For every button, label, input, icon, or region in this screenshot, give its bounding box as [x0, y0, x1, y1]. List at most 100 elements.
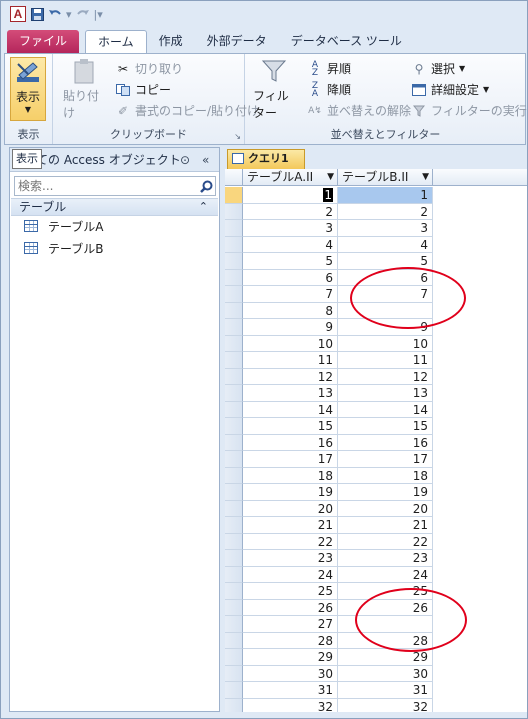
column-filter-dropdown-icon[interactable]: ▼: [327, 169, 334, 185]
cell-table-b[interactable]: 20: [338, 500, 433, 517]
cell-table-a[interactable]: 16: [243, 434, 338, 451]
record-selector[interactable]: [225, 566, 243, 583]
cell-table-a[interactable]: 9: [243, 319, 338, 336]
record-selector[interactable]: [225, 434, 243, 451]
record-selector[interactable]: [225, 302, 243, 319]
cell-table-b[interactable]: 15: [338, 418, 433, 435]
cut-button[interactable]: ✂ 切り取り: [115, 60, 183, 77]
record-selector[interactable]: [225, 385, 243, 402]
cell-table-b[interactable]: 32: [338, 698, 433, 712]
record-selector[interactable]: [225, 269, 243, 286]
selection-button[interactable]: ⚲ 選択 ▼: [411, 60, 466, 77]
cell-table-a[interactable]: 29: [243, 649, 338, 666]
cell-table-b[interactable]: 9: [338, 319, 433, 336]
select-all-corner[interactable]: [225, 169, 243, 186]
nav-group-tables[interactable]: テーブル ⌃: [11, 198, 218, 216]
cell-table-b[interactable]: 14: [338, 401, 433, 418]
cell-table-a[interactable]: 21: [243, 517, 338, 534]
cell-table-a[interactable]: 22: [243, 533, 338, 550]
cell-table-b[interactable]: 12: [338, 368, 433, 385]
cell-table-a[interactable]: 11: [243, 352, 338, 369]
cell-table-b[interactable]: 24: [338, 566, 433, 583]
record-selector[interactable]: [225, 583, 243, 600]
cell-table-b[interactable]: 13: [338, 385, 433, 402]
copy-button[interactable]: コピー: [115, 81, 171, 98]
cell-table-a[interactable]: 12: [243, 368, 338, 385]
view-button[interactable]: 表示 ▼: [10, 57, 46, 121]
cell-table-b[interactable]: 6: [338, 269, 433, 286]
record-selector[interactable]: [225, 187, 243, 204]
record-selector[interactable]: [225, 533, 243, 550]
column-header-table-a[interactable]: テーブルA.II ▼: [243, 169, 338, 186]
cell-table-b[interactable]: 3: [338, 220, 433, 237]
toggle-filter-button[interactable]: フィルターの実行: [411, 102, 527, 119]
cell-table-b[interactable]: 5: [338, 253, 433, 270]
advanced-filter-button[interactable]: 詳細設定 ▼: [411, 81, 489, 98]
record-selector[interactable]: [225, 253, 243, 270]
collapse-pane-icon[interactable]: «: [202, 148, 209, 172]
cell-table-a[interactable]: 3: [243, 220, 338, 237]
nav-search-input[interactable]: [15, 177, 197, 195]
cell-table-b[interactable]: 10: [338, 335, 433, 352]
cell-table-a[interactable]: 28: [243, 632, 338, 649]
record-selector[interactable]: [225, 616, 243, 633]
record-selector[interactable]: [225, 649, 243, 666]
cell-table-a[interactable]: 4: [243, 236, 338, 253]
nav-item-table-b[interactable]: テーブルB: [24, 238, 104, 258]
sort-ascending-button[interactable]: AZ 昇順: [307, 60, 351, 77]
cell-table-a[interactable]: 18: [243, 467, 338, 484]
cell-table-a[interactable]: 31: [243, 682, 338, 699]
record-selector[interactable]: [225, 517, 243, 534]
tab-create[interactable]: 作成: [147, 30, 195, 54]
format-painter-button[interactable]: ✐ 書式のコピー/貼り付け: [115, 102, 259, 119]
cell-table-a[interactable]: 2: [243, 203, 338, 220]
record-selector[interactable]: [225, 236, 243, 253]
cell-table-a[interactable]: 1: [243, 187, 338, 204]
cell-table-a[interactable]: 13: [243, 385, 338, 402]
cell-table-a[interactable]: 23: [243, 550, 338, 567]
cell-table-b[interactable]: 4: [338, 236, 433, 253]
cell-table-b[interactable]: 17: [338, 451, 433, 468]
cell-table-b[interactable]: 11: [338, 352, 433, 369]
cell-table-b[interactable]: [338, 302, 433, 319]
cell-table-a[interactable]: 27: [243, 616, 338, 633]
cell-table-b[interactable]: 21: [338, 517, 433, 534]
record-selector[interactable]: [225, 319, 243, 336]
undo-dropdown-icon[interactable]: ▾: [66, 8, 72, 21]
access-app-icon[interactable]: A: [10, 6, 26, 22]
nav-menu-chevron-icon[interactable]: ⊙: [180, 148, 190, 172]
record-selector[interactable]: [225, 286, 243, 303]
tab-database-tools[interactable]: データベース ツール: [279, 30, 414, 54]
record-selector[interactable]: [225, 335, 243, 352]
record-selector[interactable]: [225, 401, 243, 418]
cell-table-a[interactable]: 8: [243, 302, 338, 319]
nav-item-table-a[interactable]: テーブルA: [24, 216, 104, 236]
filter-button[interactable]: フィルター: [253, 58, 295, 120]
undo-icon[interactable]: [48, 7, 62, 21]
record-selector[interactable]: [225, 632, 243, 649]
record-selector[interactable]: [225, 451, 243, 468]
cell-table-b[interactable]: 18: [338, 467, 433, 484]
cell-table-b[interactable]: 31: [338, 682, 433, 699]
record-selector[interactable]: [225, 500, 243, 517]
tab-file[interactable]: ファイル: [7, 30, 80, 54]
record-selector[interactable]: [225, 203, 243, 220]
customize-qat-icon[interactable]: |▾: [94, 8, 103, 21]
record-selector[interactable]: [225, 220, 243, 237]
cell-table-a[interactable]: 24: [243, 566, 338, 583]
save-icon[interactable]: [30, 7, 44, 21]
tab-home[interactable]: ホーム: [85, 30, 147, 54]
cell-table-b[interactable]: 26: [338, 599, 433, 616]
cell-table-a[interactable]: 25: [243, 583, 338, 600]
cell-table-b[interactable]: 28: [338, 632, 433, 649]
cell-table-a[interactable]: 5: [243, 253, 338, 270]
cell-table-a[interactable]: 10: [243, 335, 338, 352]
record-selector[interactable]: [225, 698, 243, 712]
cell-table-b[interactable]: 25: [338, 583, 433, 600]
cell-table-a[interactable]: 26: [243, 599, 338, 616]
cell-table-b[interactable]: 7: [338, 286, 433, 303]
cell-table-a[interactable]: 6: [243, 269, 338, 286]
cell-table-b[interactable]: 19: [338, 484, 433, 501]
tab-external-data[interactable]: 外部データ: [195, 30, 279, 54]
column-header-table-b[interactable]: テーブルB.II ▼: [338, 169, 433, 186]
